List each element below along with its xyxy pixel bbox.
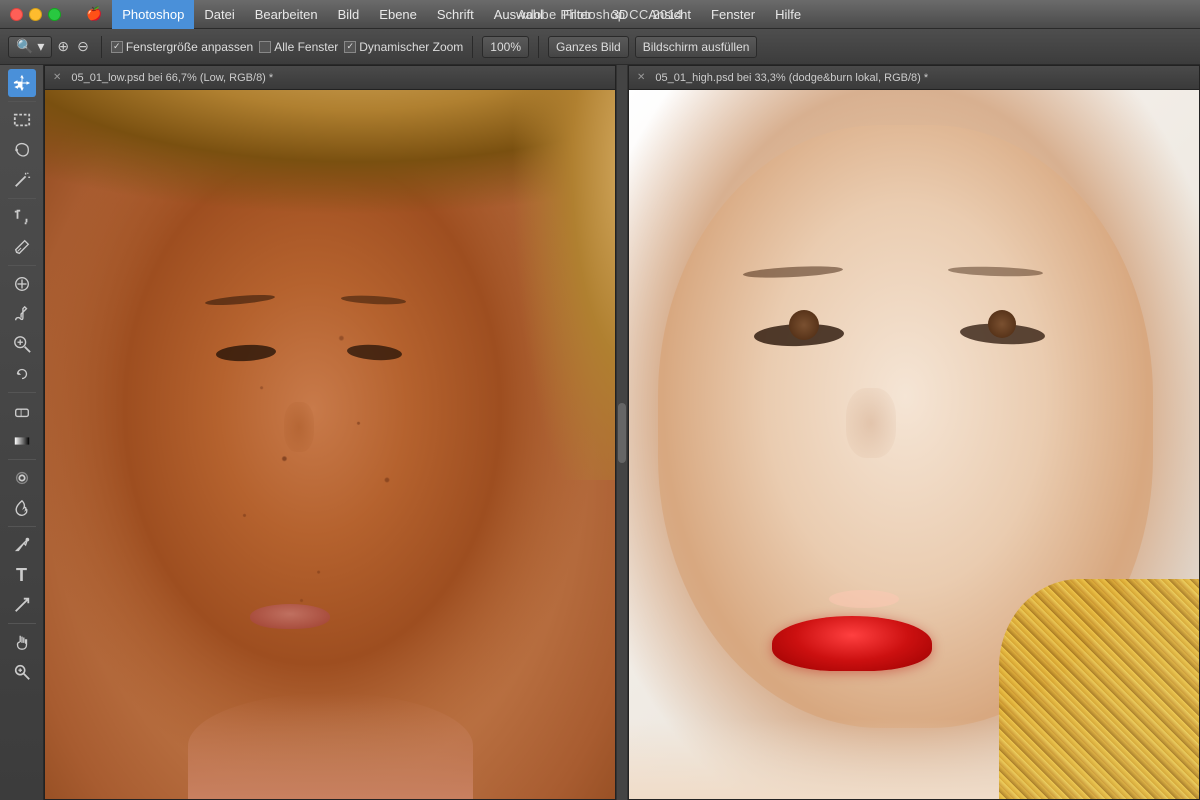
main-area: T ✕ 05_01_low.psd bei 66,7% (Low, RGB/8)… [0, 65, 1200, 800]
tool-magic-wand[interactable] [8, 166, 36, 194]
tools-panel: T [0, 65, 44, 800]
documents-container: ✕ 05_01_low.psd bei 66,7% (Low, RGB/8) * [44, 65, 1200, 800]
document-window-low: ✕ 05_01_low.psd bei 66,7% (Low, RGB/8) * [44, 65, 616, 800]
tool-path-select[interactable] [8, 591, 36, 619]
all-windows-label: Alle Fenster [274, 40, 338, 54]
tool-text[interactable]: T [8, 561, 36, 589]
tool-separator-3 [8, 265, 36, 266]
image-shoulder-high [629, 719, 1019, 799]
menu-schrift[interactable]: Schrift [427, 0, 484, 29]
tool-lasso[interactable] [8, 136, 36, 164]
document-window-high: ✕ 05_01_high.psd bei 33,3% (dodge&burn l… [628, 65, 1200, 800]
tool-healing[interactable] [8, 270, 36, 298]
tool-clone[interactable] [8, 330, 36, 358]
doc-close-high[interactable]: ✕ [637, 72, 645, 83]
all-windows-checkbox[interactable] [259, 41, 271, 53]
zoom-controls: 🔍 ▾ ⊕ ⊖ [8, 36, 92, 58]
tool-eraser[interactable] [8, 397, 36, 425]
maximize-button[interactable] [48, 8, 61, 21]
tool-blur[interactable] [8, 464, 36, 492]
fit-window-label: Fenstergröße anpassen [126, 40, 253, 54]
apple-menu[interactable]: 🍎 [76, 0, 112, 29]
tool-pen[interactable] [8, 531, 36, 559]
tool-gradient[interactable] [8, 427, 36, 455]
dynamic-zoom-label: Dynamischer Zoom [359, 40, 463, 54]
image-hair-right [444, 90, 615, 480]
tool-separator-5 [8, 459, 36, 460]
zoom-value-field[interactable]: 100% [482, 36, 529, 58]
document-canvas-high[interactable] [629, 90, 1199, 799]
tool-history-brush[interactable] [8, 360, 36, 388]
menu-bild[interactable]: Bild [328, 0, 370, 29]
tool-separator-7 [8, 623, 36, 624]
zoom-dropdown[interactable]: 🔍 ▾ [8, 36, 52, 58]
tool-burn[interactable] [8, 494, 36, 522]
tool-select-rect[interactable] [8, 106, 36, 134]
titlebar: 🍎 Photoshop Datei Bearbeiten Bild Ebene … [0, 0, 1200, 29]
fill-screen-button[interactable]: Bildschirm ausfüllen [635, 36, 758, 58]
dynamic-zoom-checkbox[interactable] [344, 41, 356, 53]
zoom-in-icon[interactable]: ⊕ [54, 38, 72, 55]
fit-window-checkbox[interactable] [111, 41, 123, 53]
tool-move[interactable] [8, 69, 36, 97]
zoom-out-icon[interactable]: ⊖ [74, 38, 92, 55]
image-face-high [629, 90, 1199, 799]
tool-separator-6 [8, 526, 36, 527]
image-necklace [999, 579, 1199, 799]
document-tab-high[interactable]: ✕ 05_01_high.psd bei 33,3% (dodge&burn l… [629, 66, 1199, 90]
image-shoulder [188, 693, 473, 799]
tool-separator-1 [8, 101, 36, 102]
image-nose-high [846, 388, 896, 458]
all-windows-group: Alle Fenster [259, 40, 338, 54]
menu-datei[interactable]: Datei [194, 0, 244, 29]
tool-hand[interactable] [8, 628, 36, 656]
image-iris-left [789, 310, 819, 340]
fit-window-group: Fenstergröße anpassen [111, 40, 253, 54]
dynamic-zoom-group: Dynamischer Zoom [344, 40, 463, 54]
canvas-area: ✕ 05_01_low.psd bei 66,7% (Low, RGB/8) * [44, 65, 1200, 800]
toolbar-separator-2 [472, 36, 473, 58]
doc-tab-label-low: 05_01_low.psd bei 66,7% (Low, RGB/8) * [71, 72, 273, 84]
menu-bar: 🍎 Photoshop Datei Bearbeiten Bild Ebene … [66, 0, 811, 29]
document-canvas-low[interactable] [45, 90, 615, 799]
menu-photoshop[interactable]: Photoshop [112, 0, 194, 29]
options-toolbar: 🔍 ▾ ⊕ ⊖ Fenstergröße anpassen Alle Fenst… [0, 29, 1200, 65]
traffic-lights [0, 8, 61, 21]
tool-crop[interactable] [8, 203, 36, 231]
tool-zoom[interactable] [8, 658, 36, 686]
image-lips-high [772, 616, 932, 671]
menu-hilfe[interactable]: Hilfe [765, 0, 811, 29]
app-title: Adobe Photoshop CC 2014 [517, 7, 682, 22]
minimize-button[interactable] [29, 8, 42, 21]
document-tab-low[interactable]: ✕ 05_01_low.psd bei 66,7% (Low, RGB/8) * [45, 66, 615, 90]
menu-ebene[interactable]: Ebene [369, 0, 427, 29]
image-iris-right [988, 310, 1016, 338]
scroll-divider [616, 65, 628, 800]
close-button[interactable] [10, 8, 23, 21]
image-nose [284, 402, 314, 452]
toolbar-separator-1 [101, 36, 102, 58]
tool-separator-2 [8, 198, 36, 199]
doc-tab-label-high: 05_01_high.psd bei 33,3% (dodge&burn lok… [655, 72, 928, 84]
toolbar-separator-3 [538, 36, 539, 58]
tool-brush[interactable] [8, 300, 36, 328]
scroll-thumb[interactable] [618, 403, 626, 463]
tool-eyedropper[interactable] [8, 233, 36, 261]
image-lips-highlight [829, 590, 899, 608]
doc-close-low[interactable]: ✕ [53, 72, 61, 83]
whole-image-button[interactable]: Ganzes Bild [548, 36, 629, 58]
menu-fenster[interactable]: Fenster [701, 0, 765, 29]
tool-separator-4 [8, 392, 36, 393]
menu-bearbeiten[interactable]: Bearbeiten [245, 0, 328, 29]
